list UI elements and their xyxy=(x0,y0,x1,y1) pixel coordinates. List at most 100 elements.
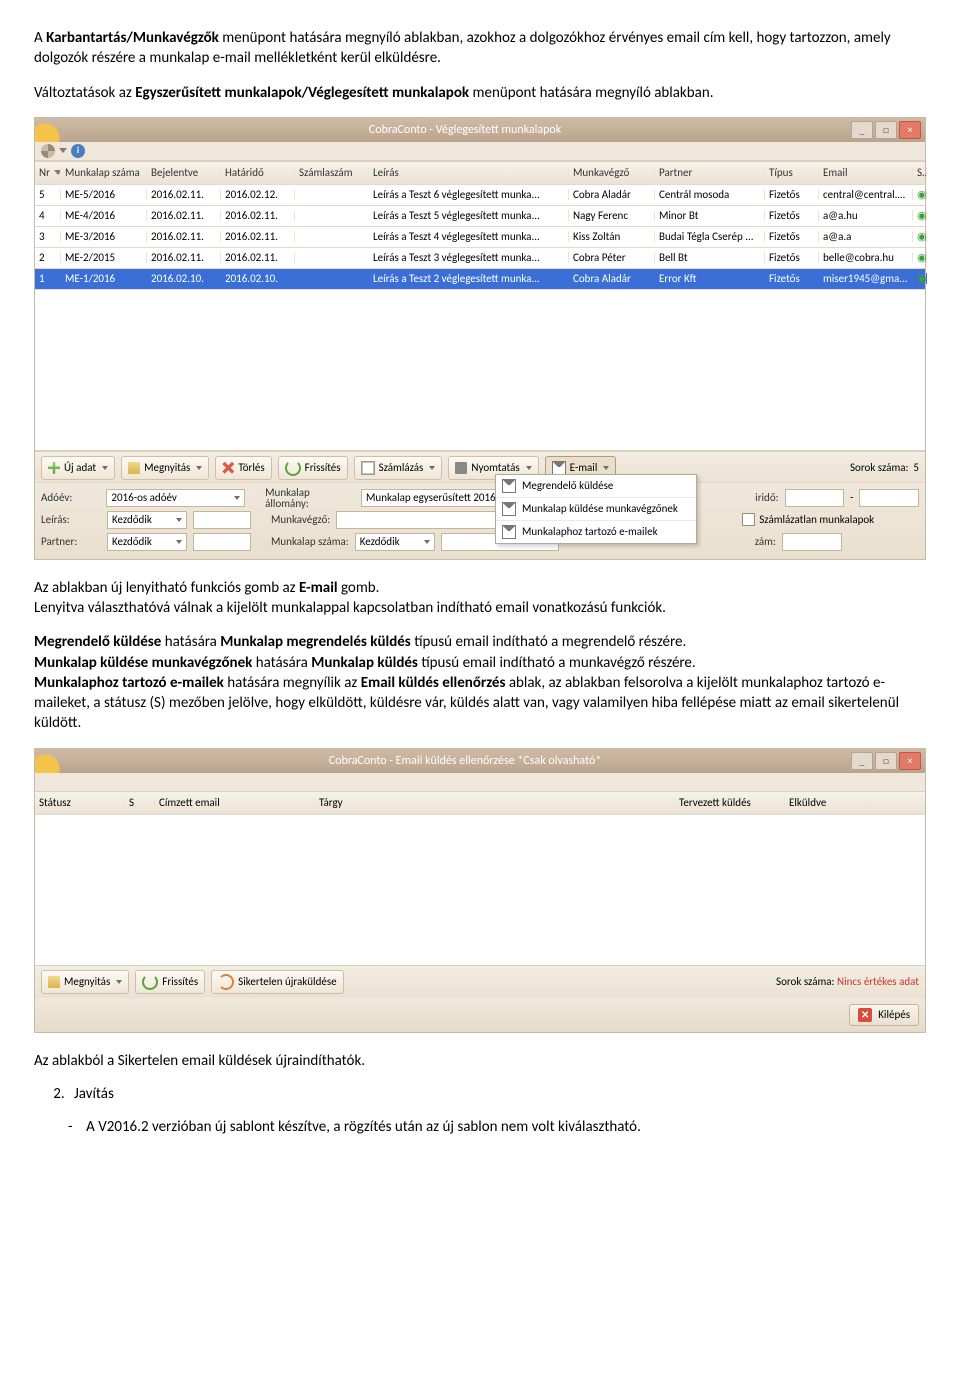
retry-button[interactable]: Sikertelen újraküldése xyxy=(211,970,343,994)
open-button[interactable]: Megnyitás xyxy=(121,456,209,480)
zam-input[interactable] xyxy=(782,533,842,551)
status-icon: ◉ xyxy=(913,189,927,200)
grid-empty-area xyxy=(35,815,925,965)
col-tipus[interactable]: Típus xyxy=(765,167,819,178)
col-targy[interactable]: Tárgy xyxy=(315,797,675,808)
cell: 5 xyxy=(35,189,61,200)
col-hatarido[interactable]: Határidő xyxy=(221,167,295,178)
cell: Fizetős xyxy=(765,252,819,263)
col-email[interactable]: Email xyxy=(819,167,913,178)
cell: Leírás a Teszt 5 véglegesített munka... xyxy=(369,210,569,221)
refresh-button[interactable]: Frissítés xyxy=(135,970,205,994)
menu-name: Egyszerűsített munkalapok/Véglegesített … xyxy=(135,84,469,102)
col-elkuldve[interactable]: Elküldve xyxy=(785,797,867,808)
close-button[interactable]: × xyxy=(899,121,921,139)
info-icon[interactable]: i xyxy=(71,144,85,158)
numbered-list: Javítás xyxy=(68,1085,926,1103)
checkbox-icon xyxy=(742,513,755,526)
cell: 1 xyxy=(35,273,61,284)
mail-icon xyxy=(502,502,516,516)
col-munkavegzo[interactable]: Munkavégző xyxy=(569,167,655,178)
cell: 2016.02.11. xyxy=(147,231,221,242)
popup-send-order[interactable]: Megrendelő küldése xyxy=(496,475,696,498)
text: Változtatások az xyxy=(34,84,135,102)
table-row[interactable]: 2ME-2/20152016.02.11.2016.02.11.Leírás a… xyxy=(35,248,925,269)
cell: Error Kft xyxy=(655,273,765,284)
popup-related-emails[interactable]: Munkalaphoz tartozó e-mailek xyxy=(496,521,696,543)
irido-to-input[interactable] xyxy=(859,489,919,507)
cell: a@a.hu xyxy=(819,210,913,221)
gear-icon[interactable] xyxy=(41,144,55,158)
grid-empty-area xyxy=(35,290,925,451)
col-munkalap-szama[interactable]: Munkalap száma xyxy=(61,167,147,178)
partner-mode-combo[interactable]: Kezdődik xyxy=(107,533,187,551)
email-check-window: CobraConto - Email küldés ellenőrzése *C… xyxy=(34,748,926,1033)
table-row[interactable]: 4ME-4/20162016.02.11.2016.02.11.Leírás a… xyxy=(35,206,925,227)
new-button[interactable]: Új adat xyxy=(41,456,115,480)
cell: Cobra Péter xyxy=(569,252,655,263)
chevron-down-icon xyxy=(102,466,108,470)
bottom-bar: ✕Kilépés xyxy=(35,998,925,1032)
cell: miser1945@gma... xyxy=(819,273,913,284)
table-row[interactable]: 3ME-3/20162016.02.11.2016.02.11.Leírás a… xyxy=(35,227,925,248)
col-cimzett[interactable]: Címzett email xyxy=(155,797,315,808)
minimize-button[interactable]: _ xyxy=(851,752,873,770)
menu-name: Karbantartás/Munkavégzők xyxy=(46,29,219,47)
cell: Budai Tégla Cserép ... xyxy=(655,231,765,242)
leiras-mode-combo[interactable]: Kezdődik xyxy=(107,511,187,529)
minimize-button[interactable]: _ xyxy=(851,121,873,139)
cell: 4 xyxy=(35,210,61,221)
refresh-button[interactable]: Frissítés xyxy=(278,456,348,480)
adoev-combo[interactable]: 2016-os adóév xyxy=(106,489,245,507)
row-count: Sorok száma: Nincs értékes adat xyxy=(776,976,919,987)
col-nr[interactable]: Nr xyxy=(35,167,61,178)
mid-paragraph-2: Megrendelő küldése hatására Munkalap meg… xyxy=(34,632,926,733)
folder-icon xyxy=(48,976,60,988)
mail-icon xyxy=(502,525,516,539)
app-logo-icon xyxy=(35,118,79,142)
col-leiras[interactable]: Leírás xyxy=(369,167,569,178)
grid-body: 5ME-5/20162016.02.11.2016.02.12.Leírás a… xyxy=(35,185,925,290)
leiras-label: Leírás: xyxy=(41,514,101,525)
leiras-input[interactable] xyxy=(193,511,251,529)
cell: Cobra Aladár xyxy=(569,273,655,284)
cell: 2016.02.10. xyxy=(221,273,295,284)
chevron-down-icon[interactable] xyxy=(59,148,67,153)
maximize-button[interactable]: □ xyxy=(875,752,897,770)
col-bejelentve[interactable]: Bejelentve xyxy=(147,167,221,178)
partner-input[interactable] xyxy=(193,533,251,551)
table-row[interactable]: 5ME-5/20162016.02.11.2016.02.12.Leírás a… xyxy=(35,185,925,206)
cell: ME-2/2015 xyxy=(61,252,147,263)
col-szamlaszam[interactable]: Számlaszám xyxy=(295,167,369,178)
titlebar: CobraConto - Véglegesített munkalapok _ … xyxy=(35,118,925,142)
cell: Centrál mosoda xyxy=(655,189,765,200)
cell: Kiss Zoltán xyxy=(569,231,655,242)
maximize-button[interactable]: □ xyxy=(875,121,897,139)
cell: 2 xyxy=(35,252,61,263)
col-s[interactable]: S xyxy=(125,797,155,808)
chevron-down-icon xyxy=(116,980,122,984)
chevron-down-icon xyxy=(603,466,609,470)
zam-label: zám: xyxy=(755,536,776,547)
exit-button[interactable]: ✕Kilépés xyxy=(849,1004,919,1026)
cell: Fizetős xyxy=(765,210,819,221)
document-icon xyxy=(361,461,375,475)
intro-paragraph-1: A Karbantartás/Munkavégzők menüpont hatá… xyxy=(34,28,926,69)
close-button[interactable]: × xyxy=(899,752,921,770)
munkalapszam-mode-combo[interactable]: Kezdődik xyxy=(355,533,435,551)
quick-access-bar xyxy=(35,773,925,792)
open-button[interactable]: Megnyitás xyxy=(41,970,129,994)
szamlazatlan-check-wrap[interactable]: Számlázatlan munkalapok xyxy=(742,513,874,526)
col-tervezett[interactable]: Tervezett küldés xyxy=(675,797,785,808)
invoice-button[interactable]: Számlázás xyxy=(354,456,443,480)
table-row[interactable]: 1ME-1/20162016.02.10.2016.02.10.Leírás a… xyxy=(35,269,925,290)
popup-send-worker[interactable]: Munkalap küldése munkavégzőnek xyxy=(496,498,696,521)
partner-label: Partner: xyxy=(41,536,101,547)
delete-button[interactable]: Törlés xyxy=(215,456,271,480)
irido-from-input[interactable] xyxy=(785,489,845,507)
col-partner[interactable]: Partner xyxy=(655,167,765,178)
col-status[interactable]: S xyxy=(913,167,927,178)
cell: central@central.hu xyxy=(819,189,913,200)
munkalapszam-label: Munkalap száma: xyxy=(271,536,349,547)
col-statusz[interactable]: Státusz xyxy=(35,797,125,808)
